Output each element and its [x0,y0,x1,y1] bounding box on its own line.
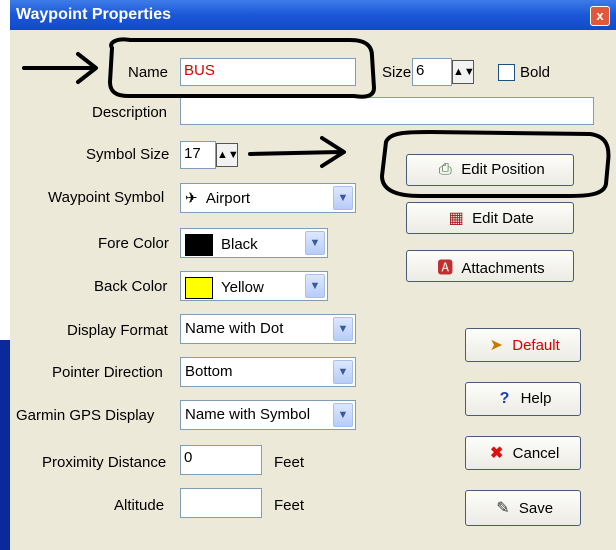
default-icon: ➤ [489,337,503,354]
size-spinner-icon[interactable]: ▲▼ [452,60,475,84]
annotation-arrow-left [22,52,98,84]
close-icon[interactable]: x [590,6,610,26]
window-title: Waypoint Properties [16,6,171,23]
attachments-label: Attachments [461,260,545,277]
symbol-size-input[interactable]: 17 [180,141,216,169]
name-input[interactable]: BUS [180,58,356,86]
pointer-direction-select[interactable]: Bottom ▼ [180,357,356,387]
proximity-distance-label: Proximity Distance [42,454,167,471]
chevron-down-icon[interactable]: ▼ [305,231,325,255]
default-button[interactable]: ➤ Default [465,328,581,362]
help-label: Help [520,390,552,407]
name-label: Name [128,64,169,81]
fore-color-select[interactable]: Black ▼ [180,228,328,258]
garmin-gps-display-label: Garmin GPS Display [16,407,155,424]
waypoint-symbol-label: Waypoint Symbol [48,189,165,206]
proximity-distance-input[interactable]: 0 [180,445,262,475]
edit-date-button[interactable]: ▦ Edit Date [406,202,574,234]
proximity-unit-label: Feet [274,454,305,471]
bold-label: Bold [520,64,551,81]
edit-date-label: Edit Date [472,210,534,227]
fore-color-swatch [185,234,213,256]
attachment-icon: 🅰 [437,260,454,277]
question-mark-icon: ? [499,390,510,407]
chevron-down-icon[interactable]: ▼ [333,403,353,427]
chevron-down-icon[interactable]: ▼ [333,360,353,384]
waypoint-symbol-value: Airport [205,190,251,207]
save-icon: ✎ [496,500,510,517]
default-label: Default [512,337,560,354]
chevron-down-icon[interactable]: ▼ [333,317,353,341]
pointer-direction-label: Pointer Direction [52,364,163,381]
waypoint-properties-dialog: Waypoint Properties x Name BUS Size 6 ▲▼… [10,0,616,550]
altitude-label: Altitude [114,497,165,514]
back-color-value: Yellow [221,278,264,296]
save-label: Save [518,500,554,517]
display-format-label: Display Format [67,322,168,339]
back-color-label: Back Color [94,278,168,295]
symbol-size-label: Symbol Size [86,146,170,163]
fore-color-value: Black [221,235,258,253]
fore-color-label: Fore Color [98,235,169,252]
display-format-select[interactable]: Name with Dot ▼ [180,314,356,344]
pointer-direction-value: Bottom [185,363,233,380]
back-color-swatch [185,277,213,299]
garmin-gps-display-value: Name with Symbol [185,406,311,423]
airplane-icon: ✈ [185,190,198,207]
cancel-x-icon: ✖ [489,445,504,462]
size-input[interactable]: 6 [412,58,452,86]
garmin-gps-display-select[interactable]: Name with Symbol ▼ [180,400,356,430]
calendar-icon: ▦ [448,210,464,227]
bold-checkbox[interactable] [498,64,515,81]
back-color-select[interactable]: Yellow ▼ [180,271,328,301]
edit-position-label: Edit Position [461,161,545,178]
waypoint-symbol-select[interactable]: ✈ Airport ▼ [180,183,356,213]
description-input[interactable] [180,97,594,125]
edit-position-icon: ⎙ [438,161,452,178]
title-bar[interactable]: Waypoint Properties x [10,0,616,30]
altitude-unit-label: Feet [274,497,305,514]
symbol-size-spinner-icon[interactable]: ▲▼ [216,143,239,167]
cancel-button[interactable]: ✖ Cancel [465,436,581,470]
chevron-down-icon[interactable]: ▼ [333,186,353,210]
display-format-value: Name with Dot [185,320,284,337]
attachments-button[interactable]: 🅰 Attachments [406,250,574,282]
annotation-arrow-right [248,136,346,168]
help-button[interactable]: ? Help [465,382,581,416]
save-button[interactable]: ✎ Save [465,490,581,526]
altitude-input[interactable] [180,488,262,518]
edit-position-button[interactable]: ⎙ Edit Position [406,154,574,186]
description-label: Description [92,104,168,121]
cancel-label: Cancel [512,445,560,462]
chevron-down-icon[interactable]: ▼ [305,274,325,298]
size-label: Size [382,64,412,81]
